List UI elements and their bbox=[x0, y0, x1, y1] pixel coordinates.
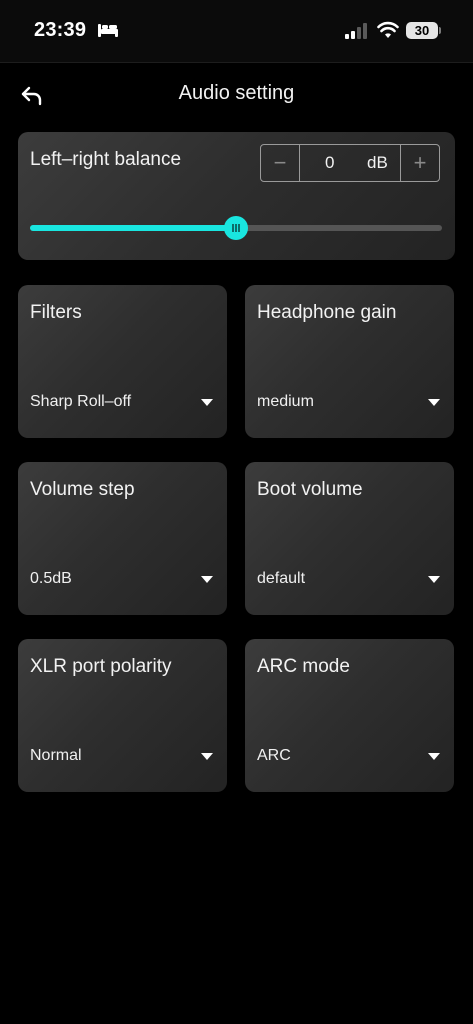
boot-volume-card[interactable]: Boot volume default bbox=[245, 462, 454, 615]
increase-button[interactable]: + bbox=[400, 145, 439, 181]
setting-value: medium bbox=[257, 393, 314, 410]
filters-card[interactable]: Filters Sharp Roll–off bbox=[18, 285, 227, 438]
xlr-polarity-card[interactable]: XLR port polarity Normal bbox=[18, 639, 227, 792]
caret-down-icon bbox=[428, 576, 440, 583]
slider-thumb[interactable] bbox=[224, 216, 248, 240]
decrease-button[interactable]: − bbox=[261, 145, 300, 181]
balance-slider[interactable] bbox=[30, 216, 442, 240]
battery-icon: 30 bbox=[406, 22, 438, 39]
status-bar: 23:39 30 bbox=[0, 0, 473, 62]
setting-value: 0.5dB bbox=[30, 570, 72, 587]
battery-nub bbox=[439, 27, 441, 34]
volume-step-card[interactable]: Volume step 0.5dB bbox=[18, 462, 227, 615]
headphone-gain-card[interactable]: Headphone gain medium bbox=[245, 285, 454, 438]
caret-down-icon bbox=[428, 753, 440, 760]
setting-value: Normal bbox=[30, 747, 82, 764]
bed-icon bbox=[98, 24, 118, 37]
caret-down-icon bbox=[201, 399, 213, 406]
setting-label: Filters bbox=[30, 302, 82, 323]
caret-down-icon bbox=[201, 576, 213, 583]
setting-label: Volume step bbox=[30, 479, 135, 500]
setting-value: Sharp Roll–off bbox=[30, 393, 132, 410]
balance-unit: dB bbox=[367, 153, 388, 172]
setting-label: ARC mode bbox=[257, 656, 350, 677]
setting-value: ARC bbox=[257, 747, 291, 764]
arc-mode-card[interactable]: ARC mode ARC bbox=[245, 639, 454, 792]
balance-card: Left–right balance − 0 dB + bbox=[18, 132, 455, 260]
status-time: 23:39 bbox=[34, 19, 87, 41]
setting-label: XLR port polarity bbox=[30, 656, 172, 677]
slider-fill bbox=[30, 225, 236, 231]
wifi-icon bbox=[377, 21, 399, 38]
caret-down-icon bbox=[201, 753, 213, 760]
header-divider bbox=[0, 62, 473, 63]
setting-label: Boot volume bbox=[257, 479, 363, 500]
balance-value[interactable]: 0 bbox=[325, 153, 334, 173]
page-title: Audio setting bbox=[178, 82, 295, 104]
setting-value: default bbox=[257, 570, 306, 587]
signal-icon bbox=[345, 23, 367, 39]
caret-down-icon bbox=[428, 399, 440, 406]
balance-label: Left–right balance bbox=[30, 149, 182, 170]
setting-label: Headphone gain bbox=[257, 302, 397, 323]
balance-stepper: − 0 dB + bbox=[260, 144, 440, 182]
